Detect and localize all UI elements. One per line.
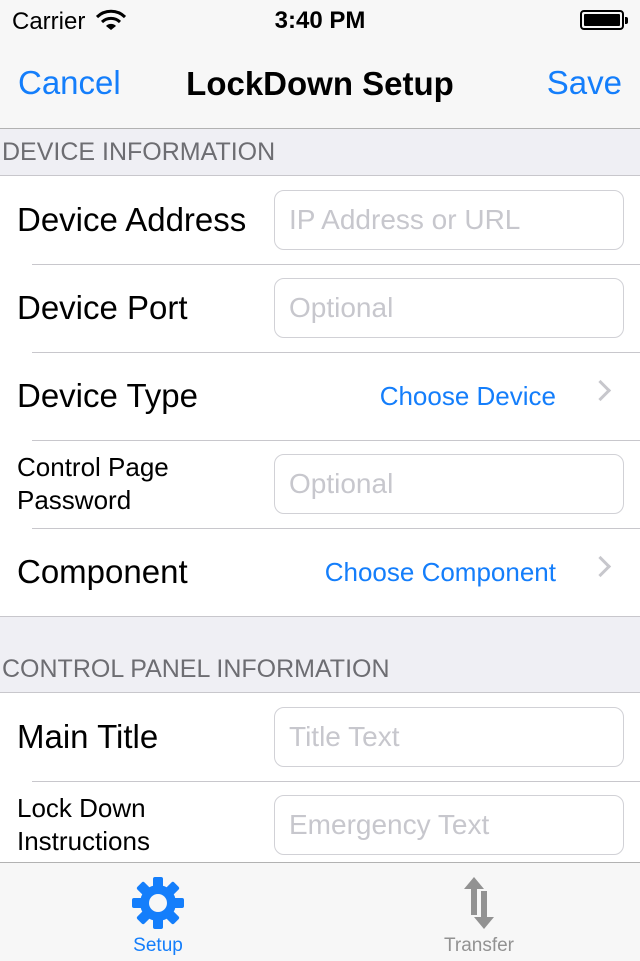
lockdown-instructions-label-line2: Instructions: [17, 826, 150, 856]
component-label: Component: [17, 553, 188, 590]
save-button[interactable]: Save: [547, 64, 622, 102]
lockdown-instructions-label: Lock Down Instructions: [17, 781, 247, 863]
device-address-row: Device Address IP Address or URL: [0, 176, 640, 264]
component-row[interactable]: Component Choose Component: [0, 528, 640, 616]
chevron-right-icon: [589, 379, 612, 402]
chevron-right-icon: [589, 555, 612, 578]
device-address-label: Device Address: [17, 201, 247, 238]
main-title-row: Main Title Title Text: [0, 693, 640, 781]
lockdown-instructions-row: Lock Down Instructions Emergency Text: [0, 781, 640, 863]
transfer-arrows-icon: [464, 877, 494, 929]
control-page-password-label-line1: Control Page: [17, 452, 169, 482]
choose-component-link[interactable]: Choose Component: [325, 528, 556, 616]
tab-setup[interactable]: Setup: [68, 863, 248, 961]
section-header-control-panel-text: CONTROL PANEL INFORMATION: [2, 655, 390, 683]
control-page-password-row: Control Page Password Optional: [0, 440, 640, 528]
device-address-input[interactable]: IP Address or URL: [274, 190, 624, 250]
main-title-label: Main Title: [17, 718, 159, 755]
control-page-password-input[interactable]: Optional: [274, 454, 624, 514]
tab-setup-label: Setup: [133, 935, 183, 956]
gear-icon: [132, 877, 184, 929]
device-type-label: Device Type: [17, 377, 198, 414]
control-panel-group: Main Title Title Text Lock Down Instructi…: [0, 692, 640, 863]
device-port-row: Device Port Optional: [0, 264, 640, 352]
navigation-bar: Cancel LockDown Setup Save: [0, 40, 640, 129]
device-port-input[interactable]: Optional: [274, 278, 624, 338]
tab-transfer[interactable]: Transfer: [389, 863, 569, 961]
control-page-password-label: Control Page Password: [17, 440, 247, 528]
tab-bar: Setup Transfer: [0, 862, 640, 961]
section-header-device-text: DEVICE INFORMATION: [2, 138, 276, 166]
clock: 3:40 PM: [274, 7, 366, 34]
page-title: LockDown Setup: [186, 65, 454, 102]
device-type-row[interactable]: Device Type Choose Device: [0, 352, 640, 440]
tab-transfer-label: Transfer: [443, 935, 515, 956]
status-bar: Carrier 3:40 PM: [0, 0, 640, 40]
section-header-device: DEVICE INFORMATION: [0, 129, 640, 175]
control-page-password-label-line2: Password: [17, 485, 132, 515]
main-title-input[interactable]: Title Text: [274, 707, 624, 767]
device-info-group: Device Address IP Address or URL Device …: [0, 175, 640, 617]
section-header-control-panel: CONTROL PANEL INFORMATION: [0, 616, 640, 692]
device-port-label: Device Port: [17, 289, 188, 326]
battery-icon: [580, 10, 628, 30]
lockdown-instructions-label-line1: Lock Down: [17, 793, 146, 823]
choose-device-link[interactable]: Choose Device: [380, 352, 556, 440]
lockdown-instructions-input[interactable]: Emergency Text: [274, 795, 624, 855]
